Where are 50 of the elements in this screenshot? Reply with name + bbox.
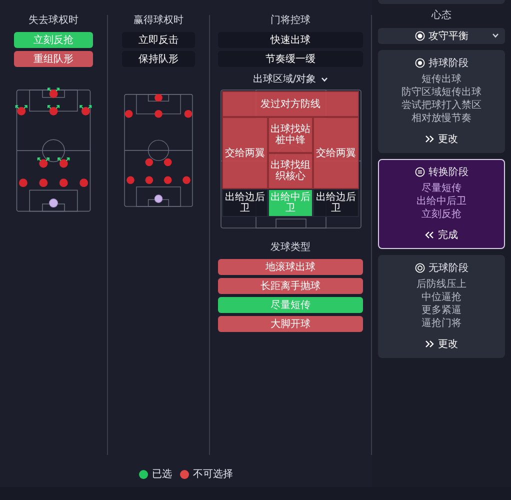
dropdown-label[interactable]: 出球区域/对象 — [252, 72, 316, 86]
instruction-text: 相对放慢节奏 — [412, 113, 472, 125]
instruction-text: 尝试把球打入禁区 — [402, 100, 482, 112]
phase-action-button[interactable]: 更改 — [422, 336, 461, 352]
legend-label: 不可选择 — [193, 468, 233, 481]
double-chevron-right-icon — [425, 340, 434, 348]
zone-option[interactable]: 出球找站桩中锋 — [268, 117, 314, 153]
section-title: 发球类型 — [270, 242, 312, 254]
instruction-text: 出给中后卫 — [416, 196, 466, 208]
ball-icon — [414, 58, 424, 68]
chevron-down-icon[interactable] — [321, 76, 328, 82]
mentality-label: 心态 — [430, 10, 452, 22]
zone-option[interactable]: 发过对方防线 — [222, 91, 359, 117]
mentality-dropdown[interactable]: 攻守平衡 — [378, 28, 505, 44]
zone-option[interactable]: 出给边后卫 — [222, 189, 268, 217]
zone-option[interactable]: 出给边后卫 — [313, 189, 359, 217]
phase-title: 无球阶段 — [428, 262, 468, 275]
option-button[interactable]: 保持队形 — [122, 51, 195, 67]
option-button[interactable]: 重组队形 — [14, 51, 93, 67]
phase-action-button[interactable]: 完成 — [422, 227, 461, 243]
instruction-text: 后防线压上 — [416, 279, 466, 291]
instruction-text: 更多紧逼 — [422, 305, 462, 317]
section-title: 失去球权时 — [28, 15, 80, 27]
option-button[interactable]: 立即反击 — [122, 32, 195, 48]
no-ball-icon — [414, 263, 424, 273]
zone-option[interactable]: 交给两翼 — [313, 117, 359, 189]
chevron-down-icon — [492, 33, 499, 38]
section-title: 赢得球权时 — [132, 15, 184, 27]
legend-label: 已选 — [152, 468, 172, 481]
option-button[interactable]: 长距离手抛球 — [218, 278, 363, 294]
instruction-text: 逼抢门将 — [422, 318, 462, 330]
phase-title: 转换阶段 — [428, 166, 468, 179]
option-button[interactable]: 快速出球 — [218, 32, 363, 48]
zone-option[interactable]: 出球找组织核心 — [268, 153, 314, 189]
instruction-text: 短传出球 — [422, 74, 462, 86]
double-chevron-left-icon — [425, 231, 434, 239]
section-title: 门将控球 — [270, 15, 312, 27]
instruction-text: 尽量短传 — [422, 183, 462, 195]
instruction-text: 立刻反抢 — [422, 209, 462, 221]
instruction-text: 中位逼抢 — [422, 292, 462, 304]
target-icon — [414, 31, 424, 41]
double-chevron-right-icon — [425, 135, 434, 143]
phase-action-button[interactable]: 更改 — [422, 131, 461, 147]
option-button[interactable]: 节奏缓一缓 — [218, 51, 363, 67]
instruction-text: 防守区域短传出球 — [402, 87, 482, 99]
option-button[interactable]: 地滚球出球 — [218, 259, 363, 275]
phase-title: 持球阶段 — [428, 56, 468, 70]
option-button[interactable]: 大脚开球 — [218, 316, 363, 332]
transition-icon — [414, 167, 424, 177]
zone-option[interactable]: 交给两翼 — [222, 117, 268, 189]
